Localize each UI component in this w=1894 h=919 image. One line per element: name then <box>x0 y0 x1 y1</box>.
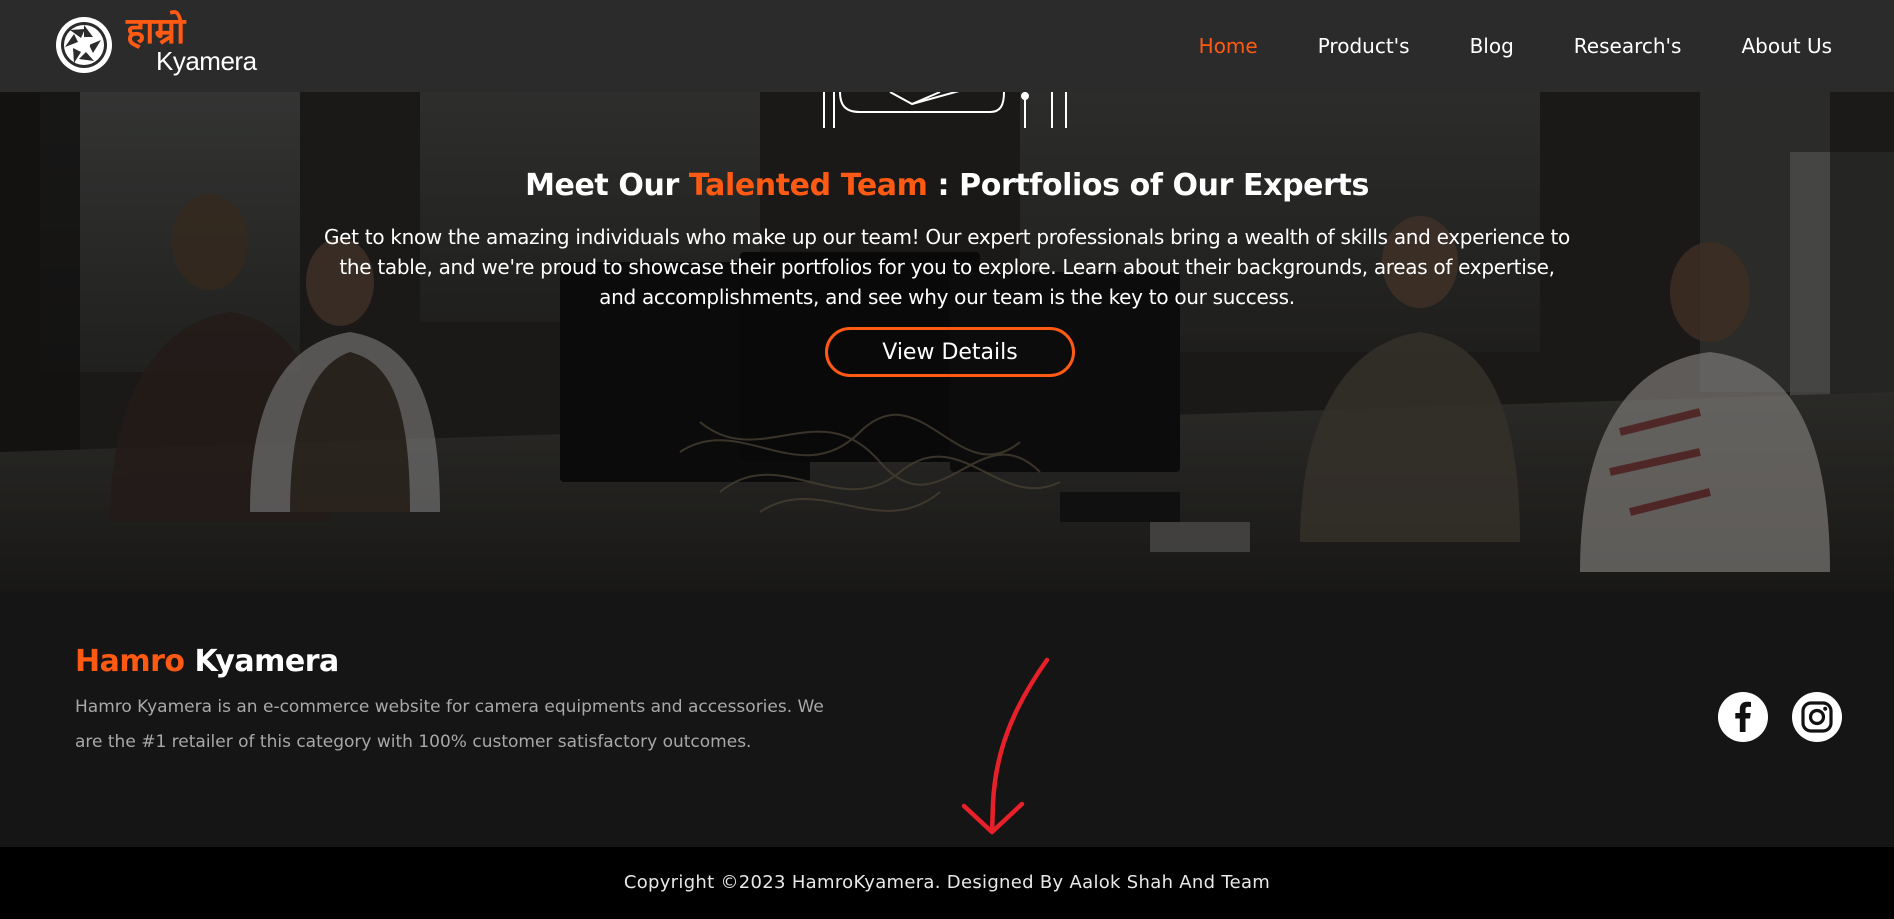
hero-title-suffix: : Portfolios of Our Experts <box>927 168 1370 203</box>
nav-item-research[interactable]: Research's <box>1574 34 1682 58</box>
footer-brand-rest: Kyamera <box>184 644 339 679</box>
logo-text: Kyamera <box>156 46 257 76</box>
nav-item-products[interactable]: Product's <box>1318 34 1410 58</box>
view-details-button[interactable]: View Details <box>825 327 1075 377</box>
hero-section: Meet Our Talented Team : Portfolios of O… <box>0 92 1894 592</box>
instagram-link[interactable] <box>1792 692 1842 742</box>
copyright-text: Copyright ©2023 HamroKyamera. Designed B… <box>623 872 1271 893</box>
footer-brand-accent: Hamro <box>75 644 185 679</box>
footer: Hamro Kyamera Hamro Kyamera is an e-comm… <box>0 592 1894 847</box>
nav-item-home[interactable]: Home <box>1199 34 1258 58</box>
main-nav: Home Product's Blog Research's About Us <box>1139 0 1832 92</box>
nav-item-about-us[interactable]: About Us <box>1741 34 1832 58</box>
copyright-bar: Copyright ©2023 HamroKyamera. Designed B… <box>0 847 1894 919</box>
site-logo[interactable]: हाम्रो Kyamera <box>54 10 257 78</box>
footer-brand-title: Hamro Kyamera <box>75 642 339 682</box>
instagram-icon <box>1801 701 1833 733</box>
navbar: हाम्रो Kyamera Home Product's Blog Resea… <box>0 0 1894 92</box>
red-arrow-annotation-icon <box>961 657 1050 835</box>
camera-aperture-icon <box>56 17 112 73</box>
footer-description: Hamro Kyamera is an e-commerce website f… <box>75 697 824 752</box>
logo-devanagari-text: हाम्रो <box>126 10 186 52</box>
hero-content: Meet Our Talented Team : Portfolios of O… <box>0 92 1894 592</box>
team-illustration-icon <box>823 92 1067 128</box>
hero-title-accent: Talented Team <box>688 168 928 203</box>
facebook-icon <box>1735 701 1751 732</box>
nav-item-blog[interactable]: Blog <box>1470 34 1514 58</box>
hero-description: Get to know the amazing individuals who … <box>323 225 1570 309</box>
hero-title: Meet Our Talented Team : Portfolios of O… <box>0 166 1894 206</box>
facebook-link[interactable] <box>1718 692 1768 742</box>
hero-title-prefix: Meet Our <box>525 168 689 203</box>
